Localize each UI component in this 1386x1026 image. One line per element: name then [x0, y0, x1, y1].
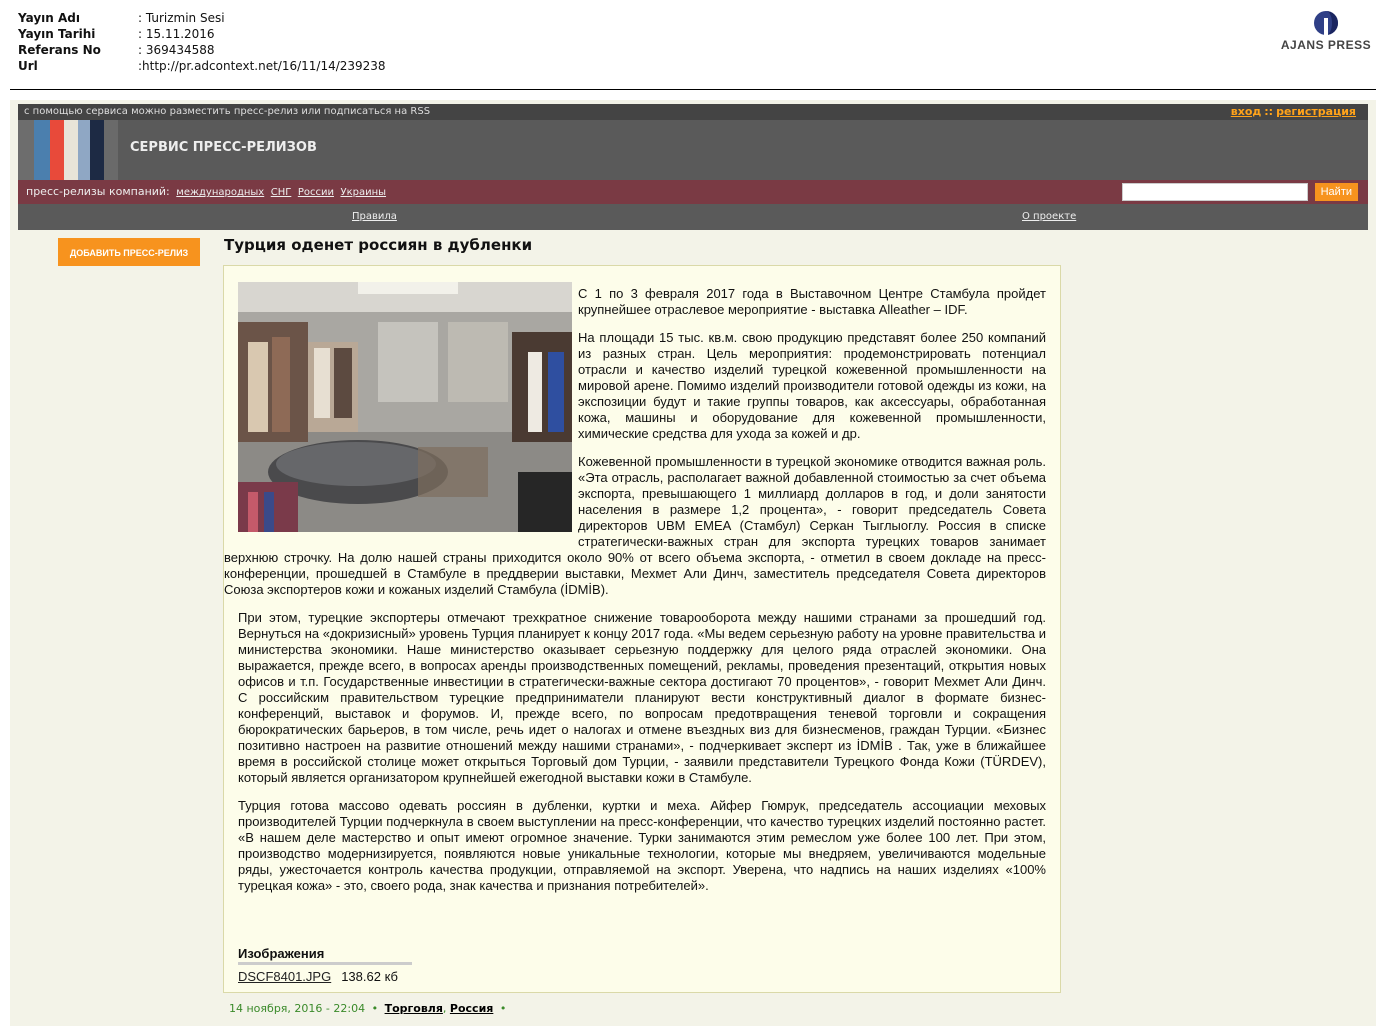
article-title: Турция оденет россиян в дубленки: [224, 236, 533, 254]
search-input[interactable]: [1121, 183, 1308, 201]
search-button[interactable]: Найти: [1314, 183, 1358, 201]
tag-russia-link[interactable]: Россия: [450, 1002, 493, 1015]
ajans-press-logo: AJANS PRESS: [1280, 10, 1372, 52]
publish-date: 14 ноября, 2016 - 22:04: [229, 1002, 366, 1015]
attachment-size: 138.62 кб: [341, 969, 398, 984]
attachment-link[interactable]: DSCF8401.JPG: [238, 969, 331, 984]
rules-link[interactable]: Правила: [352, 211, 397, 222]
top-strip: с помощью сервиса можно разместить пресс…: [18, 104, 1368, 120]
article-paragraph: При этом, турецкие экспортеры отмечают т…: [238, 610, 1046, 785]
link-ukraine[interactable]: Украины: [340, 187, 386, 198]
add-press-release-button[interactable]: ДОБАВИТЬ ПРЕСС-РЕЛИЗ: [58, 238, 200, 266]
stripe: [34, 120, 50, 180]
stripe: [104, 120, 118, 180]
meta-row-name: Yayın Adı: Turizmin Sesi: [18, 11, 225, 25]
meta-row-date: Yayın Tarihi: 15.11.2016: [18, 27, 215, 41]
images-section: Изображения DSCF8401.JPG 138.62 кб: [238, 946, 412, 984]
site-frame: с помощью сервиса можно разместить пресс…: [10, 100, 1376, 1026]
link-international[interactable]: международных: [176, 187, 264, 198]
stripes-logo: [18, 120, 118, 180]
meta-row-url: Url:http://pr.adcontext.net/16/11/14/239…: [18, 59, 386, 73]
article-body: С 1 по 3 февраля 2017 года в Выставочном…: [223, 265, 1061, 993]
article-photo[interactable]: [238, 282, 572, 532]
nav-bar: Правила О проекте: [18, 204, 1368, 230]
publication-meta: Yayın Adı: Turizmin Sesi Yayın Tarihi: 1…: [18, 10, 386, 74]
stripe: [90, 120, 104, 180]
link-russia[interactable]: России: [298, 187, 334, 198]
stripe: [18, 120, 34, 180]
site-header: с помощью сервиса можно разместить пресс…: [18, 104, 1368, 230]
article-footer: 14 ноября, 2016 - 22:04 • Торговля, Росс…: [229, 1002, 507, 1015]
auth-links: вход:: регистрация: [1230, 105, 1356, 118]
stripe: [78, 120, 90, 180]
images-heading: Изображения: [238, 946, 412, 965]
company-label: пресс-релизы компаний:: [26, 185, 170, 198]
article-paragraph: Турция готова массово одевать россиян в …: [238, 798, 1046, 893]
service-banner: СЕРВИС ПРЕСС-РЕЛИЗОВ: [18, 120, 1368, 180]
link-cis[interactable]: СНГ: [271, 187, 292, 198]
search-form: Найти: [1121, 183, 1358, 201]
meta-row-ref: Referans No: 369434588: [18, 43, 215, 57]
tag-trade-link[interactable]: Торговля: [385, 1002, 443, 1015]
register-link[interactable]: регистрация: [1276, 105, 1356, 118]
company-filter-bar: пресс-релизы компаний: международных СНГ…: [18, 180, 1368, 204]
header-divider: [10, 89, 1376, 90]
attachment-row: DSCF8401.JPG 138.62 кб: [238, 969, 412, 984]
globe-icon: [1313, 10, 1339, 36]
about-link[interactable]: О проекте: [1022, 211, 1076, 222]
login-link[interactable]: вход: [1231, 105, 1262, 118]
stripe: [50, 120, 64, 180]
service-title: СЕРВИС ПРЕСС-РЕЛИЗОВ: [130, 140, 317, 155]
stripe: [64, 120, 78, 180]
